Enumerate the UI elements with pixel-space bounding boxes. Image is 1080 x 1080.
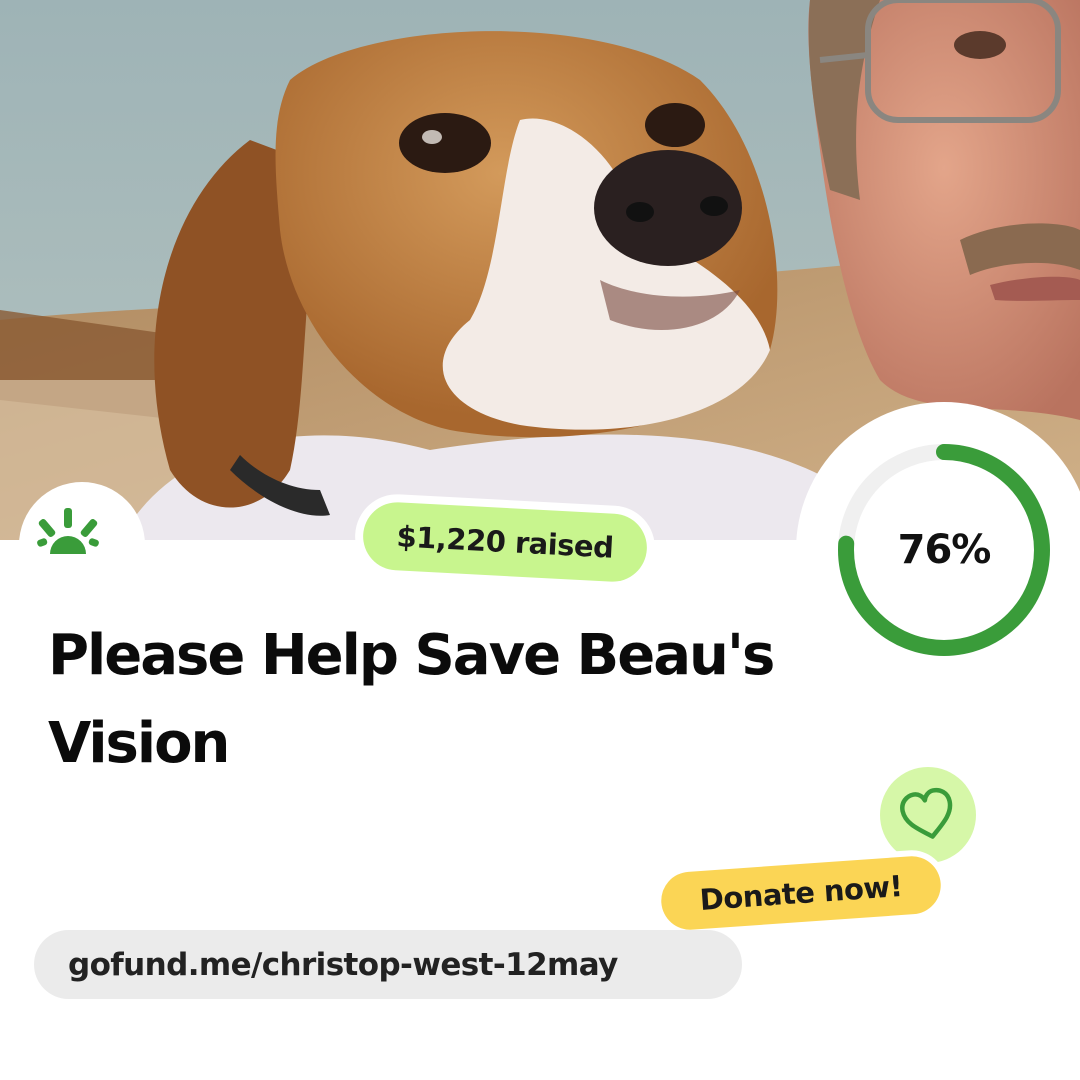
campaign-url[interactable]: gofund.me/christop-west-12may: [34, 930, 742, 999]
heart-badge[interactable]: [880, 767, 976, 863]
campaign-title: Please Help Save Beau's Vision: [48, 623, 775, 776]
progress-percent: 76%: [897, 527, 992, 573]
gofundme-sun-icon: [37, 508, 99, 554]
heart-icon: [900, 787, 953, 839]
amount-raised-label: $1,220 raised: [361, 500, 649, 584]
campaign-url-text[interactable]: gofund.me/christop-west-12may: [68, 947, 618, 983]
campaign-card: $1,220 raised 76% Please Help Save Beau'…: [0, 0, 1080, 1080]
donate-button[interactable]: Donate now!: [659, 854, 943, 932]
amount-raised-badge: $1,220 raised: [353, 492, 657, 592]
